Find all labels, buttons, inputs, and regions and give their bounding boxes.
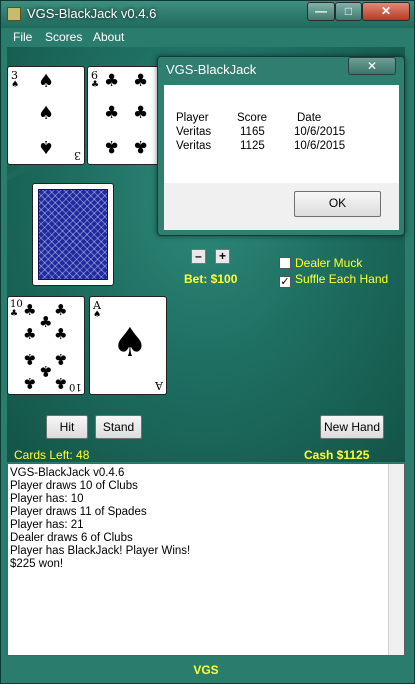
row-1-date: 10/6/2015: [294, 126, 346, 138]
dealer-muck-option[interactable]: Dealer Muck: [279, 256, 362, 270]
bet-amount: Bet: $100: [184, 272, 238, 286]
club-icon: ♣: [54, 374, 68, 392]
club-icon: ♣: [104, 103, 120, 123]
log-line: $225 won!: [10, 558, 64, 570]
dialog-close-button[interactable]: ✕: [348, 57, 396, 75]
title-bar[interactable]: VGS-BlackJack v0.4.6 — □ ✕: [1, 1, 414, 28]
club-icon: ♣: [91, 80, 100, 90]
shuffle-label: Suffle Each Hand: [295, 272, 389, 286]
dialog-body: Player Score Date Veritas 1165 10/6/2015…: [164, 85, 399, 230]
club-icon: ♣: [23, 374, 37, 392]
bet-decrease-button[interactable]: –: [191, 249, 206, 264]
card-rank: A: [155, 379, 163, 392]
log-line: Dealer draws 6 of Clubs: [10, 532, 133, 544]
header-date: Date: [297, 112, 322, 124]
stand-button[interactable]: Stand: [95, 415, 142, 439]
club-icon: ♣: [54, 325, 68, 343]
shuffle-checkbox[interactable]: ✓: [279, 276, 291, 288]
club-icon: ♣: [23, 325, 37, 343]
log-line: Player draws 10 of Clubs: [10, 480, 138, 492]
window-title: VGS-BlackJack v0.4.6: [27, 6, 157, 21]
dealer-card-2: 6 ♣ ♣ ♣ ♣ ♣ ♣ ♣: [87, 66, 165, 165]
player-card-2: A ♠ ♠ A: [89, 296, 167, 395]
cards-left: Cards Left: 48: [14, 448, 90, 462]
club-icon: ♣: [133, 71, 149, 91]
club-icon: ♣: [133, 136, 149, 156]
club-icon: ♣: [39, 362, 53, 380]
app-icon: [7, 7, 21, 21]
new-hand-button[interactable]: New Hand: [320, 415, 384, 439]
bet-increase-button[interactable]: +: [215, 249, 230, 264]
deck-card-back[interactable]: [32, 183, 114, 286]
score-table: Player Score Date Veritas 1165 10/6/2015…: [164, 85, 399, 183]
row-1-player: Veritas: [176, 126, 212, 138]
game-log[interactable]: VGS-BlackJack v0.4.6 Player draws 10 of C…: [7, 463, 405, 656]
menu-file[interactable]: File: [13, 30, 32, 44]
log-line: Player draws 11 of Spades: [10, 506, 147, 518]
menu-scores[interactable]: Scores: [45, 30, 82, 44]
maximize-button[interactable]: □: [335, 2, 362, 21]
card-back-pattern: [38, 189, 108, 280]
club-icon: ♣: [54, 350, 68, 368]
log-line: Player has: 21: [10, 519, 84, 531]
shuffle-option[interactable]: ✓ Suffle Each Hand: [279, 272, 388, 288]
menu-bar: File Scores About: [7, 29, 408, 47]
header-score: Score: [237, 112, 268, 124]
row-1-score: 1165: [240, 126, 265, 138]
log-lines: VGS-BlackJack v0.4.6 Player draws 10 of C…: [8, 464, 404, 571]
spade-icon: ♠: [38, 136, 55, 157]
menu-about[interactable]: About: [93, 30, 124, 44]
club-icon: ♣: [104, 71, 120, 91]
club-icon: ♣: [23, 301, 37, 319]
hit-button[interactable]: Hit: [46, 415, 88, 439]
row-2-date: 10/6/2015: [294, 140, 346, 152]
log-scrollbar[interactable]: [388, 464, 404, 655]
dealer-muck-label: Dealer Muck: [295, 256, 363, 270]
club-icon: ♣: [104, 136, 120, 156]
club-icon: ♣: [133, 103, 149, 123]
spade-icon: ♠: [112, 320, 148, 366]
log-line: Player has: 10: [10, 493, 84, 505]
player-card-1: 10 ♣ ♣ ♣ ♣ ♣ ♣ ♣ ♣ ♣ ♣ ♣ 10: [7, 296, 85, 395]
card-rank: 3: [74, 149, 81, 162]
spade-icon: ♠: [38, 71, 55, 92]
cash-amount: Cash $1125: [304, 448, 370, 462]
club-icon: ♣: [23, 350, 37, 368]
spade-icon: ♠: [93, 310, 102, 320]
high-score-dialog: VGS-BlackJack ✕ Player Score Date Verita…: [157, 56, 405, 236]
dealer-card-1: 3 ♠ ♠ ♠ ♠ 3: [7, 66, 85, 165]
row-2-score: 1125: [240, 140, 265, 152]
minimize-button[interactable]: —: [307, 2, 335, 21]
dialog-title: VGS-BlackJack: [166, 62, 257, 77]
footer-label: VGS: [193, 663, 219, 677]
spade-icon: ♠: [38, 103, 55, 124]
log-line: VGS-BlackJack v0.4.6: [10, 467, 125, 479]
spade-icon: ♠: [11, 80, 20, 90]
close-button[interactable]: ✕: [362, 2, 410, 21]
club-icon: ♣: [54, 301, 68, 319]
dealer-muck-checkbox[interactable]: [279, 257, 291, 269]
row-2-player: Veritas: [176, 140, 212, 152]
card-rank: 10: [69, 381, 82, 392]
club-icon: ♣: [10, 309, 19, 319]
ok-button[interactable]: OK: [294, 191, 381, 217]
footer-bar: VGS: [7, 657, 405, 681]
log-line: Player has BlackJack! Player Wins!: [10, 545, 191, 557]
header-player: Player: [176, 112, 209, 124]
club-icon: ♣: [39, 313, 53, 331]
